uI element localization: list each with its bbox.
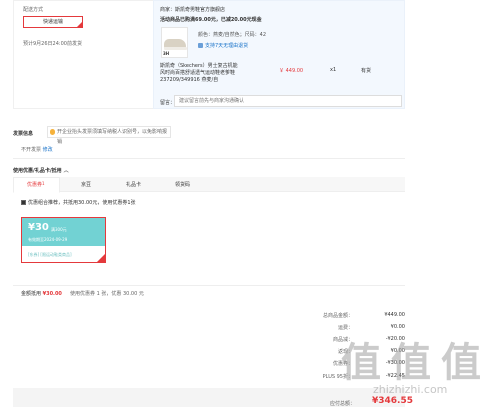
summary-row: 总商品金额： ¥449.00	[300, 312, 405, 320]
return-policy-icon	[198, 43, 203, 48]
product-spec: 颜色：燕麦/自然色；尺码：42	[198, 32, 267, 38]
coupon-amount: ¥30	[28, 222, 49, 233]
invoice-status: 不开发票 修改	[21, 146, 53, 153]
invoice-tip: 开企业抬头发票须填写纳税人识别号，以免影响报销	[47, 126, 171, 145]
product-image[interactable]: 3H	[161, 27, 188, 58]
coupon-condition: 满300元	[51, 227, 67, 232]
coupon-section-title[interactable]: 使用优惠/礼品卡/抵用 ︿	[13, 167, 69, 174]
remark-input[interactable]	[174, 95, 402, 107]
summary-value: ¥0.00	[390, 324, 405, 330]
delivery-panel: 配送方式 快递运输 预计9月26日24:00前发货	[13, 0, 160, 109]
express-delivery-button[interactable]: 快递运输	[23, 16, 83, 28]
invoice-edit-link[interactable]: 修改	[43, 147, 53, 153]
summary-label: 返现：	[337, 349, 353, 355]
summary-row: 返现： ¥0.00	[300, 348, 405, 356]
recommend-combo-label: 优惠组合推荐，共抵用30.00元，使用优惠券1张	[28, 200, 136, 206]
coupon-summary: 使用优惠券 1 张，优惠 30.00 元	[70, 291, 144, 297]
tab-coupons-label: 优惠券	[27, 182, 43, 188]
payable-label: 应付总额：	[330, 401, 356, 407]
selected-check-icon	[97, 254, 105, 262]
product-image-tag: 3H	[163, 51, 170, 56]
watermark-glyph: 值	[441, 340, 481, 386]
delivery-eta: 预计9月26日24:00前发货	[23, 41, 82, 47]
invoice-title: 发票信息	[13, 131, 34, 137]
summary-value: -¥30.00	[385, 360, 405, 366]
summary-row: PLUS 95折： -¥22.45	[300, 373, 405, 381]
coupon-used-label: 金额抵用	[21, 291, 42, 297]
summary-label: 优惠券：	[332, 361, 353, 367]
coupon-note: [东券] [限运动鞋类商品]	[28, 252, 72, 257]
stock-status: 有货	[361, 68, 372, 74]
coupon-used-amount: ¥30.00	[42, 291, 62, 297]
summary-value: ¥0.00	[390, 348, 405, 354]
tab-coupons[interactable]: 优惠券1	[27, 181, 45, 188]
shop-panel: 商家：斯凯奇男鞋官方旗舰店 活动商品已购满69.00元，已减20.00元现金 3…	[153, 0, 405, 109]
recommend-combo-checkbox[interactable]	[21, 200, 26, 205]
tab-redeem-code[interactable]: 领货码	[175, 181, 190, 188]
return-policy-label: 支持7天无理由退货	[205, 43, 249, 49]
tab-jingdou[interactable]: 京豆	[81, 181, 91, 188]
summary-label: 运费：	[337, 325, 353, 331]
product-price: ￥ 449.00	[279, 68, 304, 74]
shoe-sole	[164, 47, 187, 50]
remark-label: 留言：	[160, 100, 176, 106]
coupon-card[interactable]: ¥30 满300元 有效期至2024-09-29 [东券] [限运动鞋类商品]	[21, 217, 106, 263]
product-quantity: x1	[330, 67, 337, 73]
product-title[interactable]: 斯凯奇（Skechers）男士复古机能风时尚百搭舒适透气运动鞋老爹鞋237209…	[160, 63, 242, 84]
chevron-up-icon[interactable]: ︿	[64, 168, 69, 174]
coupon-tabs: 优惠券1 京豆 礼品卡 领货码	[13, 177, 405, 193]
coupon-expiry: 有效期至2024-09-29	[28, 237, 68, 242]
invoice-status-text: 不开发票	[21, 147, 42, 153]
shop-name: 商家：斯凯奇男鞋官方旗舰店	[160, 7, 226, 13]
summary-value: -¥20.00	[385, 336, 405, 342]
summary-value: ¥449.00	[384, 312, 405, 318]
summary-label: PLUS 95折：	[322, 374, 353, 380]
summary-value: -¥22.45	[385, 373, 405, 379]
location-pin-icon	[50, 129, 55, 135]
coupon-used: 金额抵用 ¥30.00	[21, 290, 62, 297]
return-policy[interactable]: 支持7天无理由退货	[198, 42, 248, 49]
tab-coupons-count: 1	[42, 181, 45, 186]
invoice-tip-text: 开企业抬头发票须填写纳税人识别号，以免影响报销	[57, 129, 168, 145]
tab-gift-card[interactable]: 礼品卡	[126, 181, 141, 188]
summary-row: 商品减： -¥20.00	[300, 336, 405, 344]
recommend-combo-row[interactable]: 优惠组合推荐，共抵用30.00元，使用优惠券1张	[21, 199, 136, 206]
payable-total: ¥346.55	[372, 396, 413, 406]
summary-label: 总商品金额：	[322, 313, 353, 319]
summary-label: 商品减：	[332, 337, 353, 343]
coupon-section-label: 使用优惠/礼品卡/抵用	[13, 168, 62, 174]
summary-row: 优惠券： -¥30.00	[300, 360, 405, 368]
delivery-label: 配送方式	[23, 7, 44, 13]
divider	[13, 285, 405, 286]
divider	[13, 158, 405, 159]
promo-line: 活动商品已购满69.00元，已减20.00元现金	[160, 17, 262, 23]
summary-row: 运费： ¥0.00	[300, 324, 405, 332]
